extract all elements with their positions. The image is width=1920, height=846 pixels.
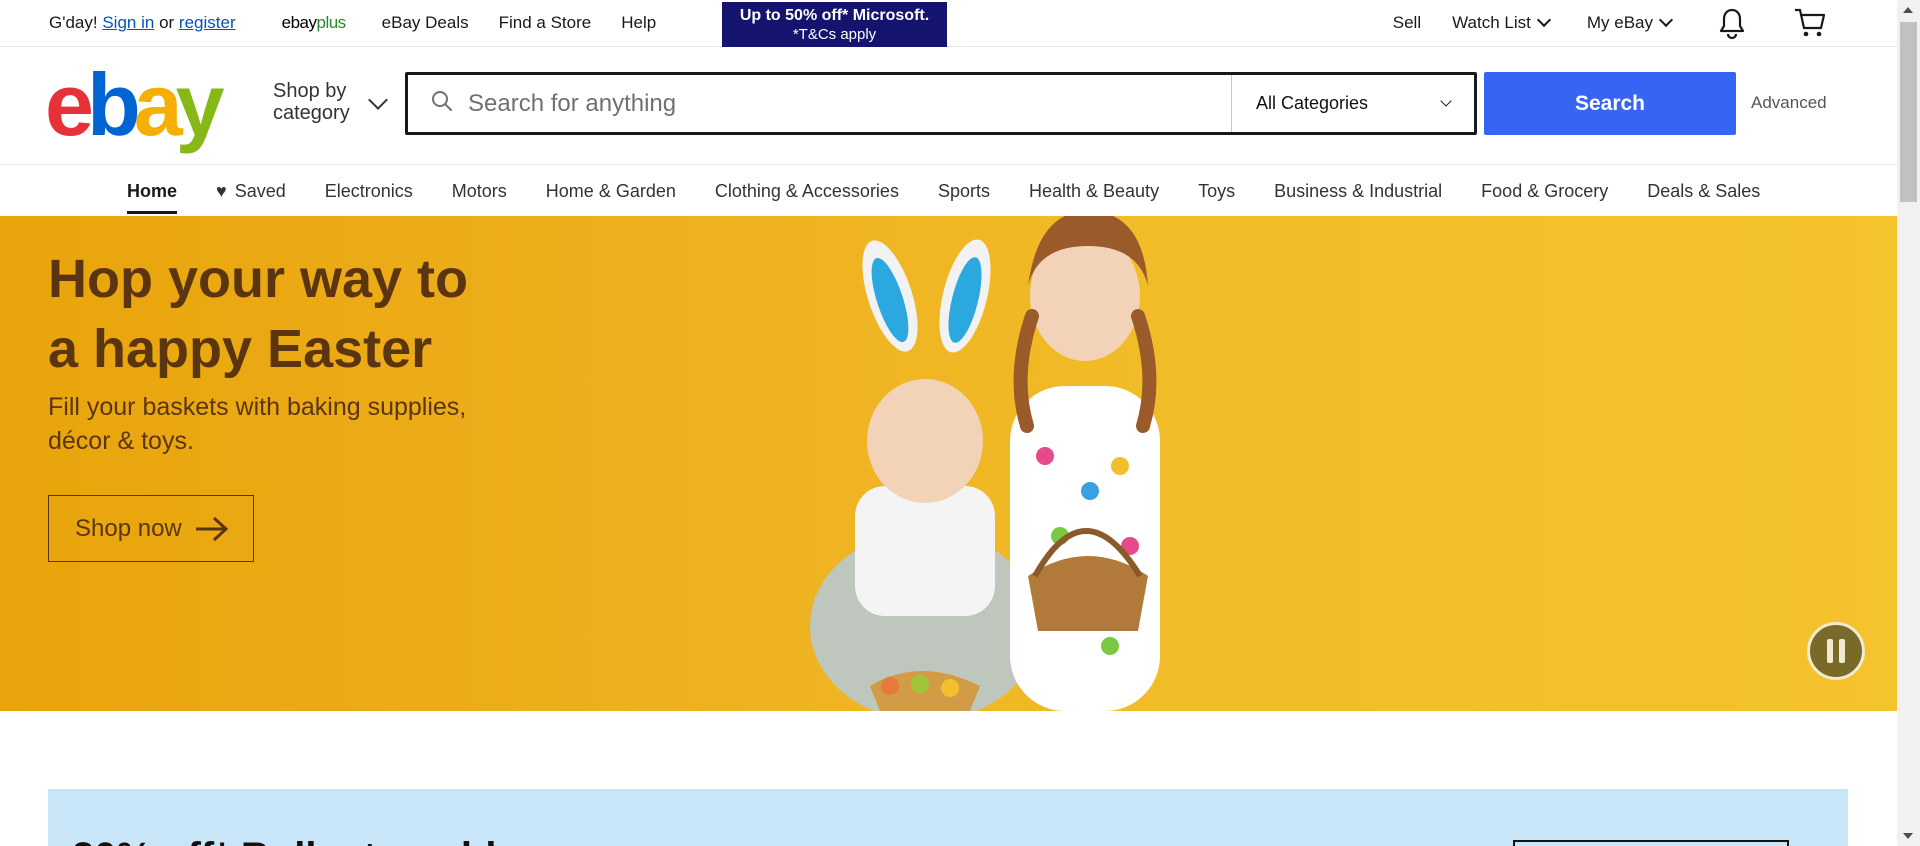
scroll-down-arrow-icon[interactable] [1903, 833, 1913, 839]
watch-list-menu[interactable]: Watch List [1452, 12, 1551, 33]
hero-children-illustration [810, 216, 1160, 711]
arrow-right-icon [195, 516, 228, 541]
heart-icon: ♥ [216, 180, 227, 201]
hero-subtext: Fill your baskets with baking supplies, … [48, 393, 467, 455]
nav-business-industrial[interactable]: Business & Industrial [1274, 166, 1442, 216]
category-nav: Home ♥ Saved Electronics Motors Home & Ga… [0, 166, 1897, 216]
shop-now-label: Shop now [75, 514, 182, 542]
ebayplus-ebay: ebay [281, 13, 317, 32]
microsoft-promo-banner[interactable]: Up to 50% off* Microsoft. *T&Cs apply [722, 2, 947, 47]
logo-letter-e: e [45, 55, 94, 154]
hero-banner: Hop your way to a happy Easter Fill your… [0, 216, 1897, 711]
greeting: G'day! Sign in or register [49, 13, 236, 33]
topbar-left: G'day! Sign in or register ebayplus eBay… [49, 0, 656, 46]
watch-list-label: Watch List [1452, 13, 1531, 32]
shop-by-category-button[interactable]: Shop by category [273, 80, 388, 124]
page-scrollbar[interactable] [1897, 0, 1920, 846]
nav-saved[interactable]: ♥ Saved [216, 166, 286, 216]
hero-headline-line1: Hop your way to [48, 249, 469, 309]
notification-bell-icon[interactable] [1717, 7, 1747, 39]
scrollbar-thumb[interactable] [1900, 22, 1917, 202]
search-field [408, 75, 1231, 132]
nav-health-beauty[interactable]: Health & Beauty [1029, 166, 1159, 216]
find-store-link[interactable]: Find a Store [499, 13, 592, 33]
chevron-down-icon [1658, 12, 1674, 28]
help-link[interactable]: Help [621, 13, 656, 33]
pause-icon-bar-left [1827, 639, 1833, 663]
topbar-right: Sell Watch List My eBay [1393, 0, 1897, 46]
search-button[interactable]: Search [1484, 72, 1736, 135]
promo-strip-title: 20% off* Bulbs to gold [72, 835, 496, 846]
nav-food-grocery[interactable]: Food & Grocery [1481, 166, 1608, 216]
nav-home-garden[interactable]: Home & Garden [546, 166, 676, 216]
nav-home[interactable]: Home [127, 166, 178, 216]
ebay-deals-link[interactable]: eBay Deals [382, 13, 469, 33]
promo-strip-button[interactable] [1513, 840, 1789, 846]
my-ebay-menu[interactable]: My eBay [1586, 12, 1674, 33]
scroll-up-arrow-icon[interactable] [1903, 7, 1913, 13]
greeting-text: G'day! [49, 13, 98, 32]
chevron-down-icon [1536, 12, 1551, 28]
chevron-down-icon [1440, 94, 1452, 107]
shop-now-button[interactable]: Shop now [48, 495, 254, 562]
search-input[interactable] [468, 89, 1228, 118]
logo-letter-a: a [133, 55, 183, 154]
category-select[interactable]: All Categories [1231, 75, 1474, 132]
logo-letter-b: b [86, 55, 141, 154]
register-link[interactable]: register [179, 13, 236, 33]
category-label: category [273, 102, 350, 124]
ebay-plus-link[interactable]: ebayplus [281, 13, 347, 33]
search-icon [430, 89, 454, 118]
main-header: ebay Shop by category All Categories Sea… [0, 47, 1897, 165]
top-utility-bar: G'day! Sign in or register ebayplus eBay… [0, 0, 1897, 47]
sell-link[interactable]: Sell [1393, 13, 1421, 33]
nav-clothing-accessories[interactable]: Clothing & Accessories [715, 166, 899, 216]
nav-deals-sales[interactable]: Deals & Sales [1647, 166, 1760, 216]
promo-strip: 20% off* Bulbs to gold [48, 789, 1848, 846]
logo-letter-y: y [175, 55, 225, 154]
pause-icon-bar-right [1839, 639, 1845, 663]
chevron-down-icon [368, 90, 388, 110]
shop-by-label: Shop by [273, 80, 347, 102]
nav-motors[interactable]: Motors [452, 166, 507, 216]
cart-icon[interactable] [1793, 7, 1827, 39]
ebayplus-plus: plus [316, 13, 346, 32]
or-text: or [159, 13, 175, 32]
promo-line1: Up to 50% off* Microsoft. [739, 7, 930, 24]
nav-electronics[interactable]: Electronics [325, 166, 413, 216]
ebay-logo[interactable]: ebay [45, 61, 225, 149]
sign-in-link[interactable]: Sign in [102, 13, 154, 33]
pause-carousel-button[interactable] [1807, 622, 1865, 680]
promo-line2: *T&Cs apply [792, 26, 877, 43]
category-select-value: All Categories [1256, 93, 1369, 113]
hero-headline-line2: a happy Easter [48, 319, 433, 379]
advanced-search-link[interactable]: Advanced [1751, 93, 1827, 113]
search-bar: All Categories [405, 72, 1477, 135]
nav-toys[interactable]: Toys [1198, 166, 1235, 216]
nav-sports[interactable]: Sports [938, 166, 990, 216]
nav-saved-label: Saved [234, 180, 286, 201]
my-ebay-label: My eBay [1586, 13, 1653, 32]
hero-headline: Hop your way to a happy Easter [48, 244, 468, 384]
